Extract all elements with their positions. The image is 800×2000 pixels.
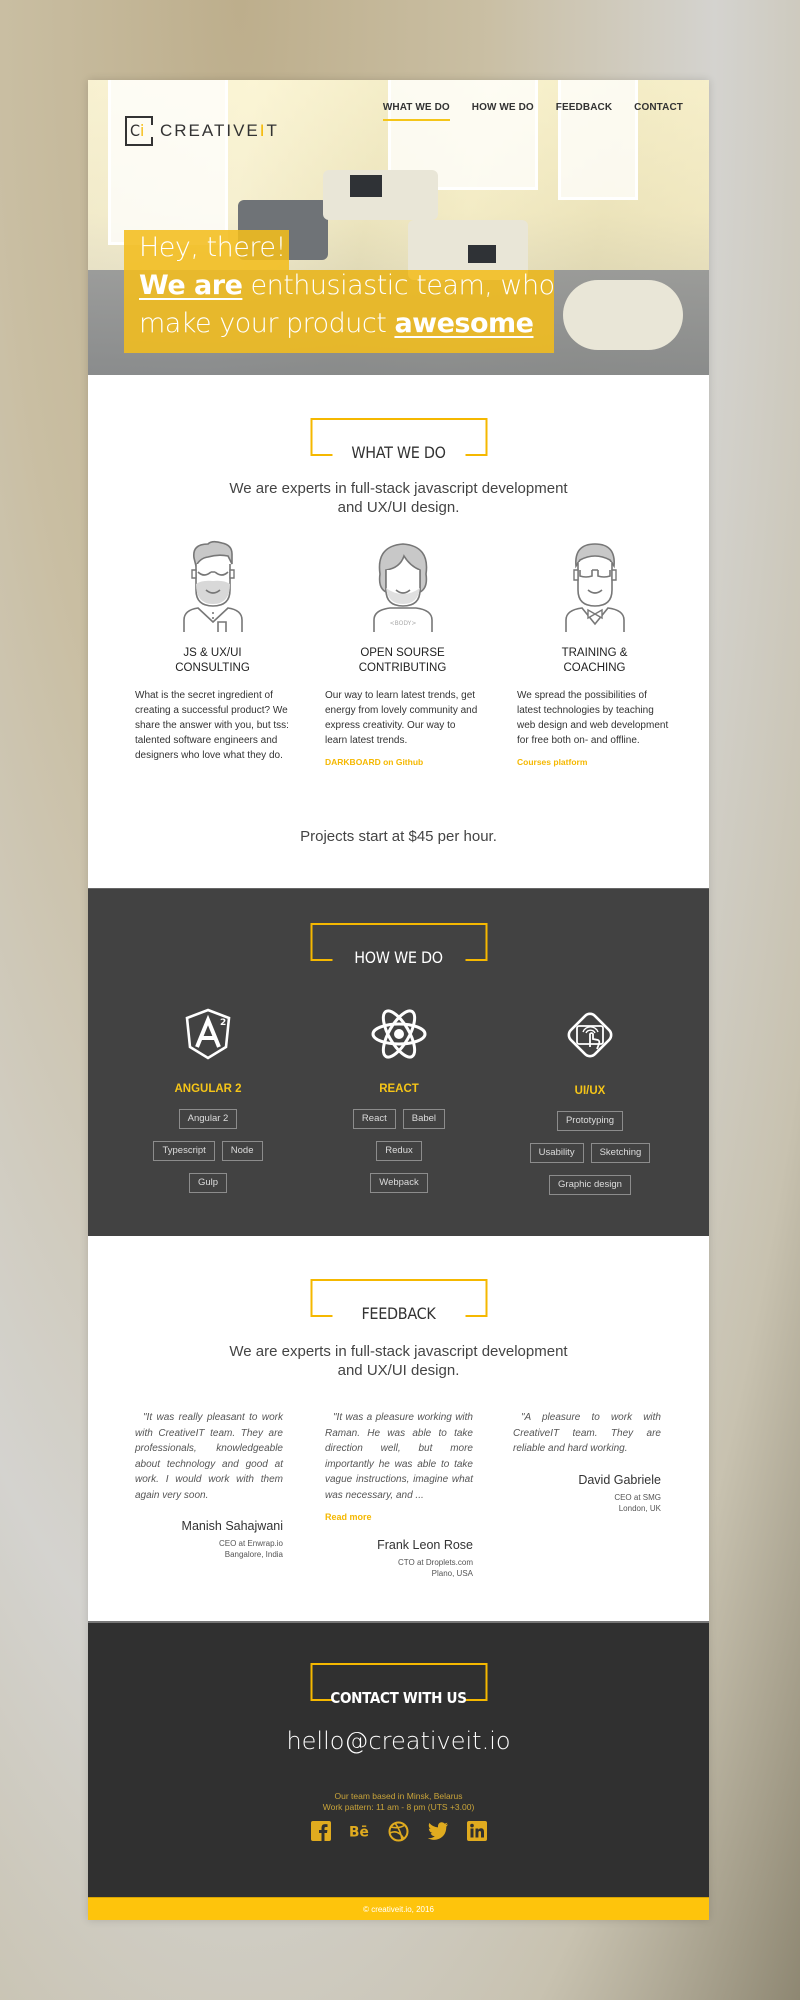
logo-mark: Ci [125, 116, 153, 146]
nav-how-we-do[interactable]: HOW WE DO [472, 102, 534, 121]
angular-icon: 2 [185, 1008, 231, 1060]
contact-title: CONTACT WITH US [310, 1663, 487, 1707]
facebook-icon[interactable] [310, 1820, 332, 1842]
tag[interactable]: Sketching [590, 1143, 651, 1163]
bearded-developer-icon [182, 540, 243, 632]
testimonial: "A pleasure to work with CreativeIT team… [513, 1412, 661, 1513]
read-more-link[interactable]: Read more [325, 1512, 473, 1522]
tag[interactable]: Gulp [188, 1173, 228, 1193]
hero-desk [563, 280, 683, 350]
pricing-note: Projects start at $45 per hour. [300, 828, 497, 845]
tag[interactable]: Webpack [370, 1173, 428, 1193]
what-we-do-lead: We are experts in full-stack javascript … [229, 480, 568, 516]
nav-contact[interactable]: CONTACT [634, 102, 683, 121]
hero-greeting: Hey, there! [139, 232, 286, 263]
tag[interactable]: Redux [376, 1141, 422, 1161]
how-we-do-section: HOW WE DO 2 ANGULAR 2 Angular 2 Typescri… [88, 888, 709, 1236]
contact-info: Our team based in Minsk, Belarus Work pa… [322, 1791, 475, 1812]
tag[interactable]: Babel [402, 1109, 446, 1129]
nav-feedback[interactable]: FEEDBACK [556, 102, 612, 121]
logo[interactable]: Ci CREATIVEIT [125, 116, 279, 146]
contact-section: CONTACT WITH US hello@creativeit.io Our … [88, 1621, 709, 1897]
logo-text: CREATIVEIT [160, 121, 279, 140]
testimonial: "It was a pleasure working with Raman. H… [325, 1412, 473, 1578]
tech-angular: 2 ANGULAR 2 Angular 2 Typescript Node Gu… [118, 1007, 298, 1193]
angular-tags: Angular 2 Typescript Node Gulp [118, 1109, 298, 1193]
hero-laptop [468, 245, 496, 263]
hero-window-right [558, 80, 638, 200]
touch-screen-icon [567, 1012, 613, 1058]
how-we-do-title: HOW WE DO [310, 923, 487, 967]
tag[interactable]: Angular 2 [178, 1109, 238, 1129]
svg-text:Bē: Bē [349, 1825, 369, 1841]
uiux-tags: Prototyping Usability Sketching Graphic … [500, 1111, 680, 1195]
open-source-person-icon: <BODY> [372, 543, 433, 632]
hero-monitor [350, 175, 382, 197]
feedback-lead: We are experts in full-stack javascript … [229, 1343, 568, 1379]
trainer-person-icon [564, 543, 625, 632]
github-link[interactable]: DARKBOARD on Github [325, 757, 480, 767]
hero-line-2: We are enthusiastic team, who [139, 270, 555, 301]
what-we-do-title: WHAT WE DO [310, 418, 487, 462]
hero-line-3: make your product awesome [139, 308, 534, 339]
twitter-icon[interactable] [427, 1820, 449, 1842]
social-links: Bē [88, 1820, 709, 1842]
react-tags: React Babel Redux Webpack [309, 1109, 489, 1193]
testimonial: "It was really pleasant to work with Cre… [135, 1412, 283, 1559]
service-consulting: JS & UX/UI CONSULTING What is the secret … [135, 540, 290, 763]
svg-text:2: 2 [220, 1018, 226, 1028]
tech-react: REACT React Babel Redux Webpack [309, 1007, 489, 1193]
courses-platform-link[interactable]: Courses platform [517, 757, 672, 767]
service-open-source: <BODY> OPEN SOURSE CONTRIBUTING Our way t… [325, 540, 480, 767]
footer: © creativeit.io, 2016 [88, 1897, 709, 1920]
tag[interactable]: Graphic design [549, 1175, 631, 1195]
react-icon [371, 1009, 427, 1059]
tag[interactable]: Prototyping [556, 1111, 624, 1131]
main-nav: WHAT WE DO HOW WE DO FEEDBACK CONTACT [361, 102, 683, 121]
tag[interactable]: Usability [529, 1143, 584, 1163]
behance-icon[interactable]: Bē [349, 1820, 371, 1842]
tag[interactable]: Node [221, 1141, 263, 1161]
tech-uiux: UI/UX Prototyping Usability Sketching Gr… [500, 1007, 680, 1195]
hero-window-left [108, 80, 228, 245]
service-training: TRAINING & COACHING We spread the possibi… [517, 540, 672, 767]
landing-page: Ci CREATIVEIT WHAT WE DO HOW WE DO FEEDB… [88, 80, 709, 1920]
linkedin-icon[interactable] [466, 1820, 488, 1842]
tag[interactable]: React [352, 1109, 396, 1129]
svg-text:<BODY>: <BODY> [389, 620, 416, 627]
dribbble-icon[interactable] [388, 1820, 410, 1842]
hero-section: Ci CREATIVEIT WHAT WE DO HOW WE DO FEEDB… [88, 80, 709, 375]
nav-what-we-do[interactable]: WHAT WE DO [382, 102, 450, 121]
tag[interactable]: Typescript [153, 1141, 215, 1161]
contact-email-link[interactable]: hello@creativeit.io [88, 1727, 709, 1755]
feedback-title: FEEDBACK [310, 1279, 487, 1323]
